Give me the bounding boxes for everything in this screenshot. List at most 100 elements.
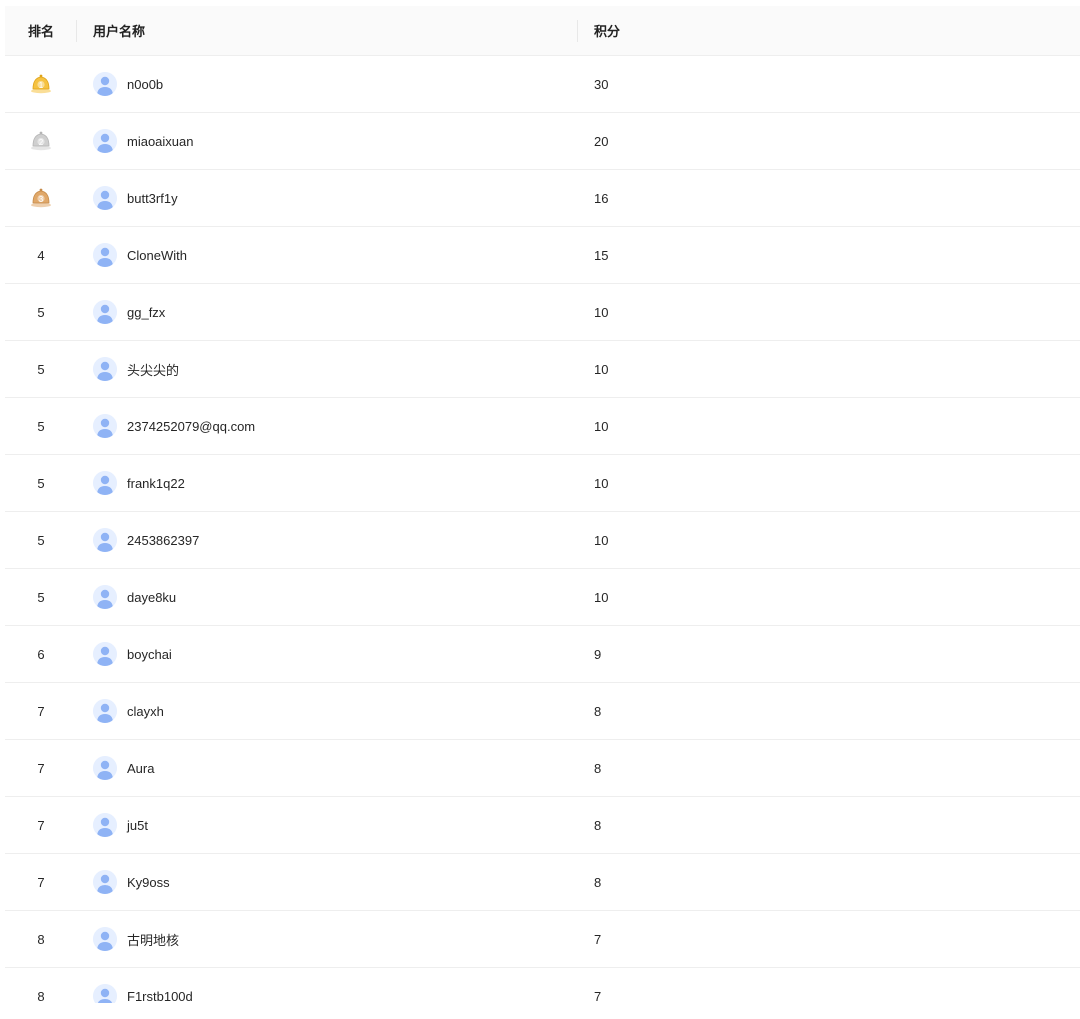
username-cell: 2374252079@qq.com bbox=[77, 414, 578, 438]
score-cell: 16 bbox=[594, 190, 609, 206]
username-cell: 古明地核 bbox=[77, 927, 578, 951]
rank-cell: 5 bbox=[5, 305, 77, 320]
score-cell: 7 bbox=[594, 931, 602, 947]
username-cell: CloneWith bbox=[77, 243, 578, 267]
score-cell: 8 bbox=[594, 703, 602, 719]
table-row: 1 n0o0b 30 bbox=[5, 56, 1080, 113]
username-text: 头尖尖的 bbox=[127, 362, 180, 378]
rank-cell: 4 bbox=[5, 248, 77, 263]
username-cell: Ky9oss bbox=[77, 870, 578, 894]
leaderboard-table: 排名 用户名称 积分 1 n0o0b 30 2 miaoaixuan 20 3 butt3rf… bbox=[5, 6, 1080, 1003]
username-text: butt3rf1y bbox=[127, 190, 178, 206]
user-avatar-icon bbox=[93, 813, 117, 837]
rank-cell: 7 bbox=[5, 761, 77, 776]
score-cell: 20 bbox=[594, 133, 609, 149]
rank-number: 7 bbox=[37, 703, 45, 719]
user-avatar-icon bbox=[93, 243, 117, 267]
rank-cell: 8 bbox=[5, 932, 77, 947]
score-cell: 30 bbox=[594, 76, 609, 92]
user-avatar-icon bbox=[93, 585, 117, 609]
rank-number: 5 bbox=[37, 589, 45, 605]
table-row: 5 头尖尖的 10 bbox=[5, 341, 1080, 398]
rank-number: 5 bbox=[37, 475, 45, 491]
rank-number: 5 bbox=[37, 532, 45, 548]
username-cell: clayxh bbox=[77, 699, 578, 723]
username-cell: daye8ku bbox=[77, 585, 578, 609]
rank-number: 8 bbox=[37, 988, 45, 1004]
score-cell: 9 bbox=[594, 646, 602, 662]
table-row: 3 butt3rf1y 16 bbox=[5, 170, 1080, 227]
rank-number: 8 bbox=[37, 931, 45, 947]
score-cell: 10 bbox=[594, 589, 609, 605]
username-text: Ky9oss bbox=[127, 874, 170, 890]
rank-number: 7 bbox=[37, 874, 45, 890]
username-cell: butt3rf1y bbox=[77, 186, 578, 210]
username-text: gg_fzx bbox=[127, 304, 166, 320]
score-cell: 10 bbox=[594, 532, 609, 548]
username-text: CloneWith bbox=[127, 247, 187, 263]
username-cell: n0o0b bbox=[77, 72, 578, 96]
score-cell: 8 bbox=[594, 760, 602, 776]
user-avatar-icon bbox=[93, 72, 117, 96]
rank-number: 7 bbox=[37, 760, 45, 776]
rank-cell: 8 bbox=[5, 989, 77, 1004]
table-row: 6 boychai 9 bbox=[5, 626, 1080, 683]
rank-cell: 6 bbox=[5, 647, 77, 662]
rank-cell: 7 bbox=[5, 875, 77, 890]
table-row: 5 2453862397 10 bbox=[5, 512, 1080, 569]
username-text: daye8ku bbox=[127, 589, 177, 605]
username-text: 2374252079@qq.com bbox=[127, 418, 256, 434]
rank-cell: 7 bbox=[5, 818, 77, 833]
table-row: 5 gg_fzx 10 bbox=[5, 284, 1080, 341]
username-cell: frank1q22 bbox=[77, 471, 578, 495]
table-row: 7 ju5t 8 bbox=[5, 797, 1080, 854]
rank-cell: 5 bbox=[5, 476, 77, 491]
rank-number: 7 bbox=[37, 817, 45, 833]
table-row: 2 miaoaixuan 20 bbox=[5, 113, 1080, 170]
table-header: 排名 用户名称 积分 bbox=[5, 6, 1080, 56]
username-text: clayxh bbox=[127, 703, 164, 719]
table-row: 5 frank1q22 10 bbox=[5, 455, 1080, 512]
username-text: boychai bbox=[127, 646, 172, 662]
header-username: 用户名称 bbox=[77, 21, 578, 40]
rank-number: 4 bbox=[37, 247, 45, 263]
score-cell: 10 bbox=[594, 304, 609, 320]
user-avatar-icon bbox=[93, 699, 117, 723]
score-cell: 15 bbox=[594, 247, 609, 263]
user-avatar-icon bbox=[93, 984, 117, 1003]
table-row: 4 CloneWith 15 bbox=[5, 227, 1080, 284]
score-cell: 8 bbox=[594, 874, 602, 890]
user-avatar-icon bbox=[93, 642, 117, 666]
username-text: frank1q22 bbox=[127, 475, 185, 491]
username-text: 2453862397 bbox=[127, 532, 200, 548]
username-cell: Aura bbox=[77, 756, 578, 780]
rank-number: 1 bbox=[38, 81, 44, 91]
username-cell: boychai bbox=[77, 642, 578, 666]
username-cell: 2453862397 bbox=[77, 528, 578, 552]
table-row: 7 Ky9oss 8 bbox=[5, 854, 1080, 911]
username-cell: ju5t bbox=[77, 813, 578, 837]
rank-number: 5 bbox=[37, 304, 45, 320]
user-avatar-icon bbox=[93, 471, 117, 495]
table-row: 5 daye8ku 10 bbox=[5, 569, 1080, 626]
table-row: 7 clayxh 8 bbox=[5, 683, 1080, 740]
rank-cell: 1 bbox=[5, 72, 77, 97]
username-cell: F1rstb100d bbox=[77, 984, 578, 1003]
user-avatar-icon bbox=[93, 186, 117, 210]
user-avatar-icon bbox=[93, 129, 117, 153]
score-cell: 10 bbox=[594, 361, 609, 377]
rank-cell: 5 bbox=[5, 419, 77, 434]
username-text: 古明地核 bbox=[127, 932, 180, 948]
user-avatar-icon bbox=[93, 414, 117, 438]
user-avatar-icon bbox=[93, 870, 117, 894]
rank-number: 5 bbox=[37, 418, 45, 434]
rank-cell: 3 bbox=[5, 186, 77, 211]
header-rank: 排名 bbox=[5, 21, 77, 40]
username-text: ju5t bbox=[127, 817, 148, 833]
table-body: 1 n0o0b 30 2 miaoaixuan 20 3 butt3rf1y 16 4 CloneW… bbox=[5, 56, 1080, 1003]
user-avatar-icon bbox=[93, 927, 117, 951]
user-avatar-icon bbox=[93, 357, 117, 381]
rank-number: 5 bbox=[37, 361, 45, 377]
table-row: 7 Aura 8 bbox=[5, 740, 1080, 797]
username-cell: 头尖尖的 bbox=[77, 357, 578, 381]
